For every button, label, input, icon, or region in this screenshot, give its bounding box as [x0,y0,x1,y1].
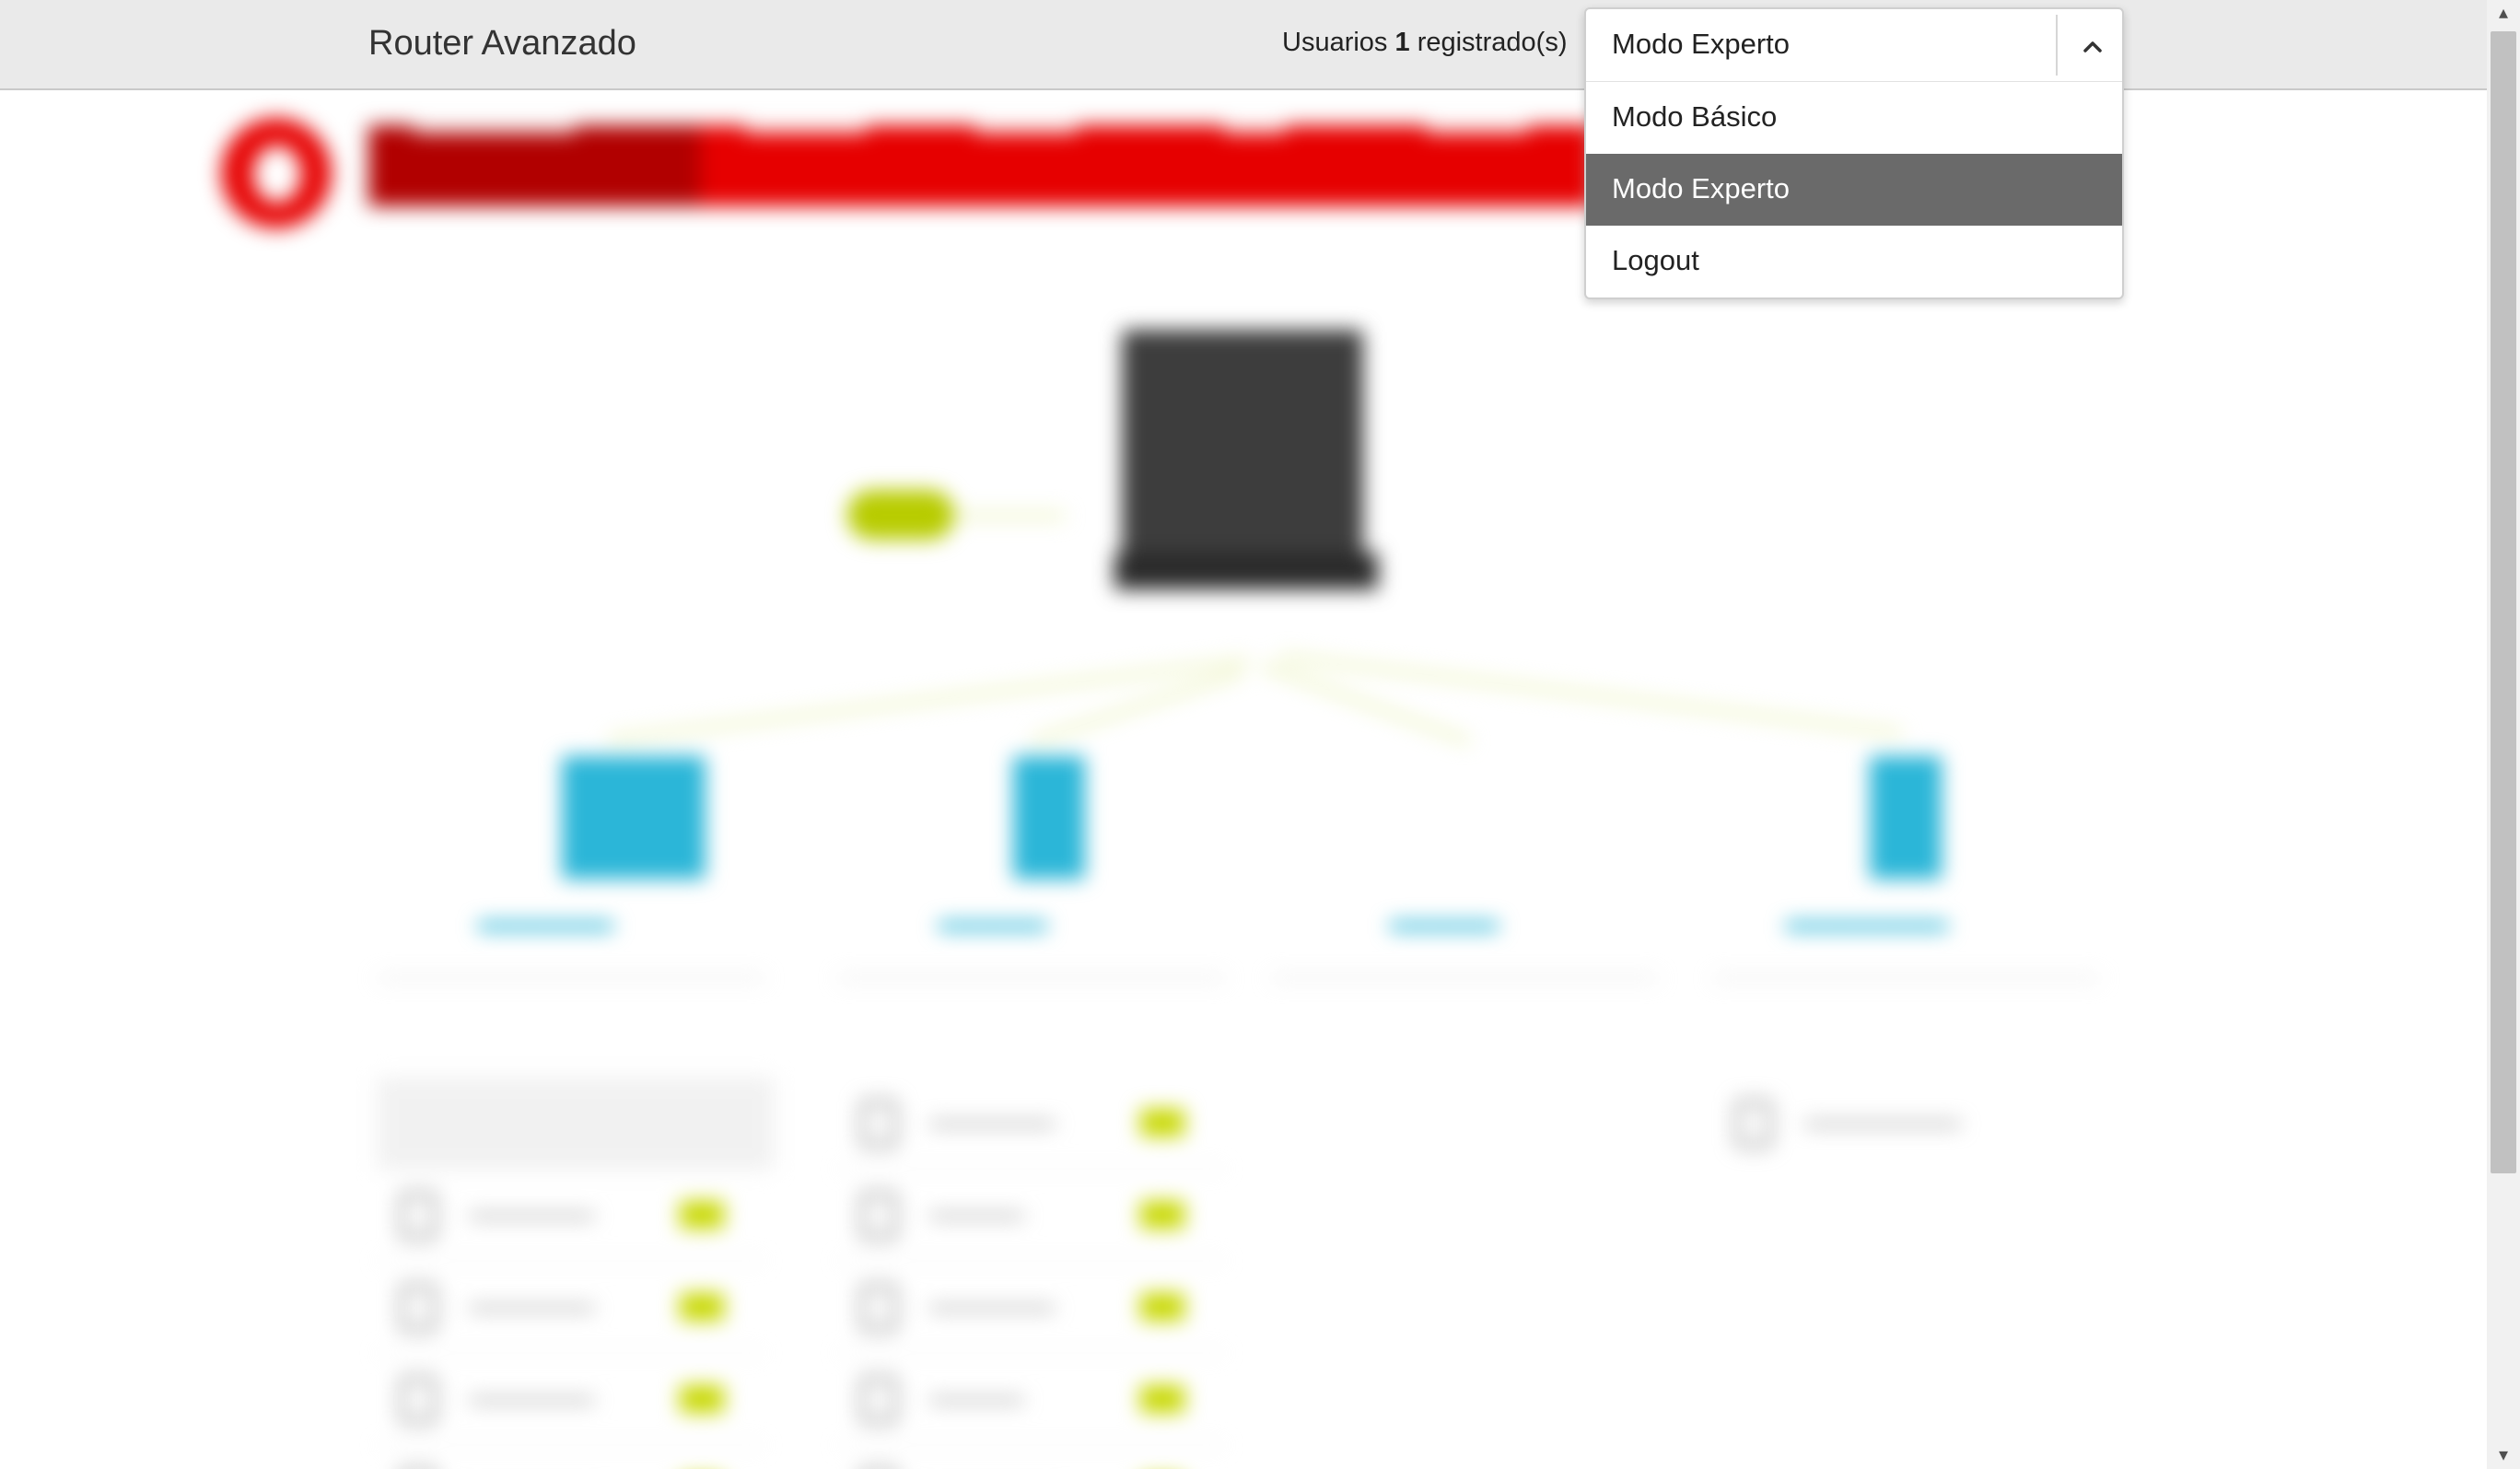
scroll-down-arrow-icon[interactable]: ▾ [2494,1446,2513,1464]
router-image [1122,330,1363,578]
nav-item-blurred: ━━━ [1225,111,1286,148]
dropdown-divider [2056,15,2058,76]
mode-option-experto[interactable]: Modo Experto [1586,154,2122,226]
lan-count: █ [1013,757,1085,870]
column-rule [378,976,764,980]
list-item: ━━━━━━ [838,1170,1225,1262]
list-item: ━━━━━━━━ [838,1446,1225,1469]
list-item: ━━━━━━━━ [378,1354,764,1446]
users-suffix: registrado(s) [1417,28,1568,57]
users-count: 1 [1394,28,1410,57]
mode-option-label: Modo Experto [1612,172,1790,204]
mode-option-label: Logout [1612,244,1699,276]
router-base [1114,553,1378,589]
mode-selected-value: Modo Experto [1612,28,1790,60]
column-rule [1271,976,1658,980]
vertical-scrollbar[interactable]: ▴ ▾ [2487,0,2520,1469]
users-label: Usuarios [1282,28,1388,57]
mode-dropdown-toggle[interactable]: Modo Experto [1586,9,2122,82]
nav-item-blurred: ━━━━━ [1428,111,1528,148]
app-title: Router Avanzado [368,24,636,63]
connector-line [1279,654,1903,736]
wifi-category-label: ━━━━━ [479,903,612,951]
usb-category-label: ━━━━ [1391,903,1498,951]
nav-item-blurred: ━━━━━━━━ [414,111,575,148]
list-item: ━━━━━━ [838,1354,1225,1446]
list-item: ━━━━━━━━ [378,1262,764,1354]
nav-item-blurred: ━━━━━ [976,111,1077,148]
list-item: ━━━━━━━━━━ [1713,1078,2100,1168]
scroll-up-arrow-icon[interactable]: ▴ [2494,4,2513,22]
list-item: ━━━━━━━━ [378,1446,764,1469]
mode-dropdown[interactable]: Modo Experto Modo Básico Modo Experto Lo… [1584,7,2124,299]
chevron-up-icon[interactable] [2074,28,2111,64]
scrollbar-thumb[interactable] [2491,31,2516,1173]
column-rule [838,976,1225,980]
brand-logo-inner [253,146,301,203]
list-item: ━━━━━━━━ [838,1078,1225,1170]
mode-option-basico[interactable]: Modo Básico [1586,82,2122,154]
nav-item-blurred: ━━━━━━ [746,111,867,148]
phone-count: █ [1870,757,1942,870]
logout-option[interactable]: Logout [1586,226,2122,297]
wifi-count: ██ [562,757,706,870]
status-pill [847,490,954,540]
lan-category-label: ━━━━ [939,903,1046,951]
phone-category-label: ━━━━━━ [1787,903,1947,951]
wps-row [378,1078,774,1170]
connector-line [954,513,1065,519]
page: ━━━━━━━━ ━━━━━━ ━━━━━ ━━━ ━━━━━ ██ █ █ ━… [0,0,2520,1469]
users-registered-status: Usuarios 1 registrado(s) [1282,28,1567,58]
mode-option-label: Modo Básico [1612,100,1778,133]
column-rule [1713,976,2100,980]
list-item: ━━━━━━━━ [378,1170,764,1262]
list-item: ━━━━━━━━ [838,1262,1225,1354]
